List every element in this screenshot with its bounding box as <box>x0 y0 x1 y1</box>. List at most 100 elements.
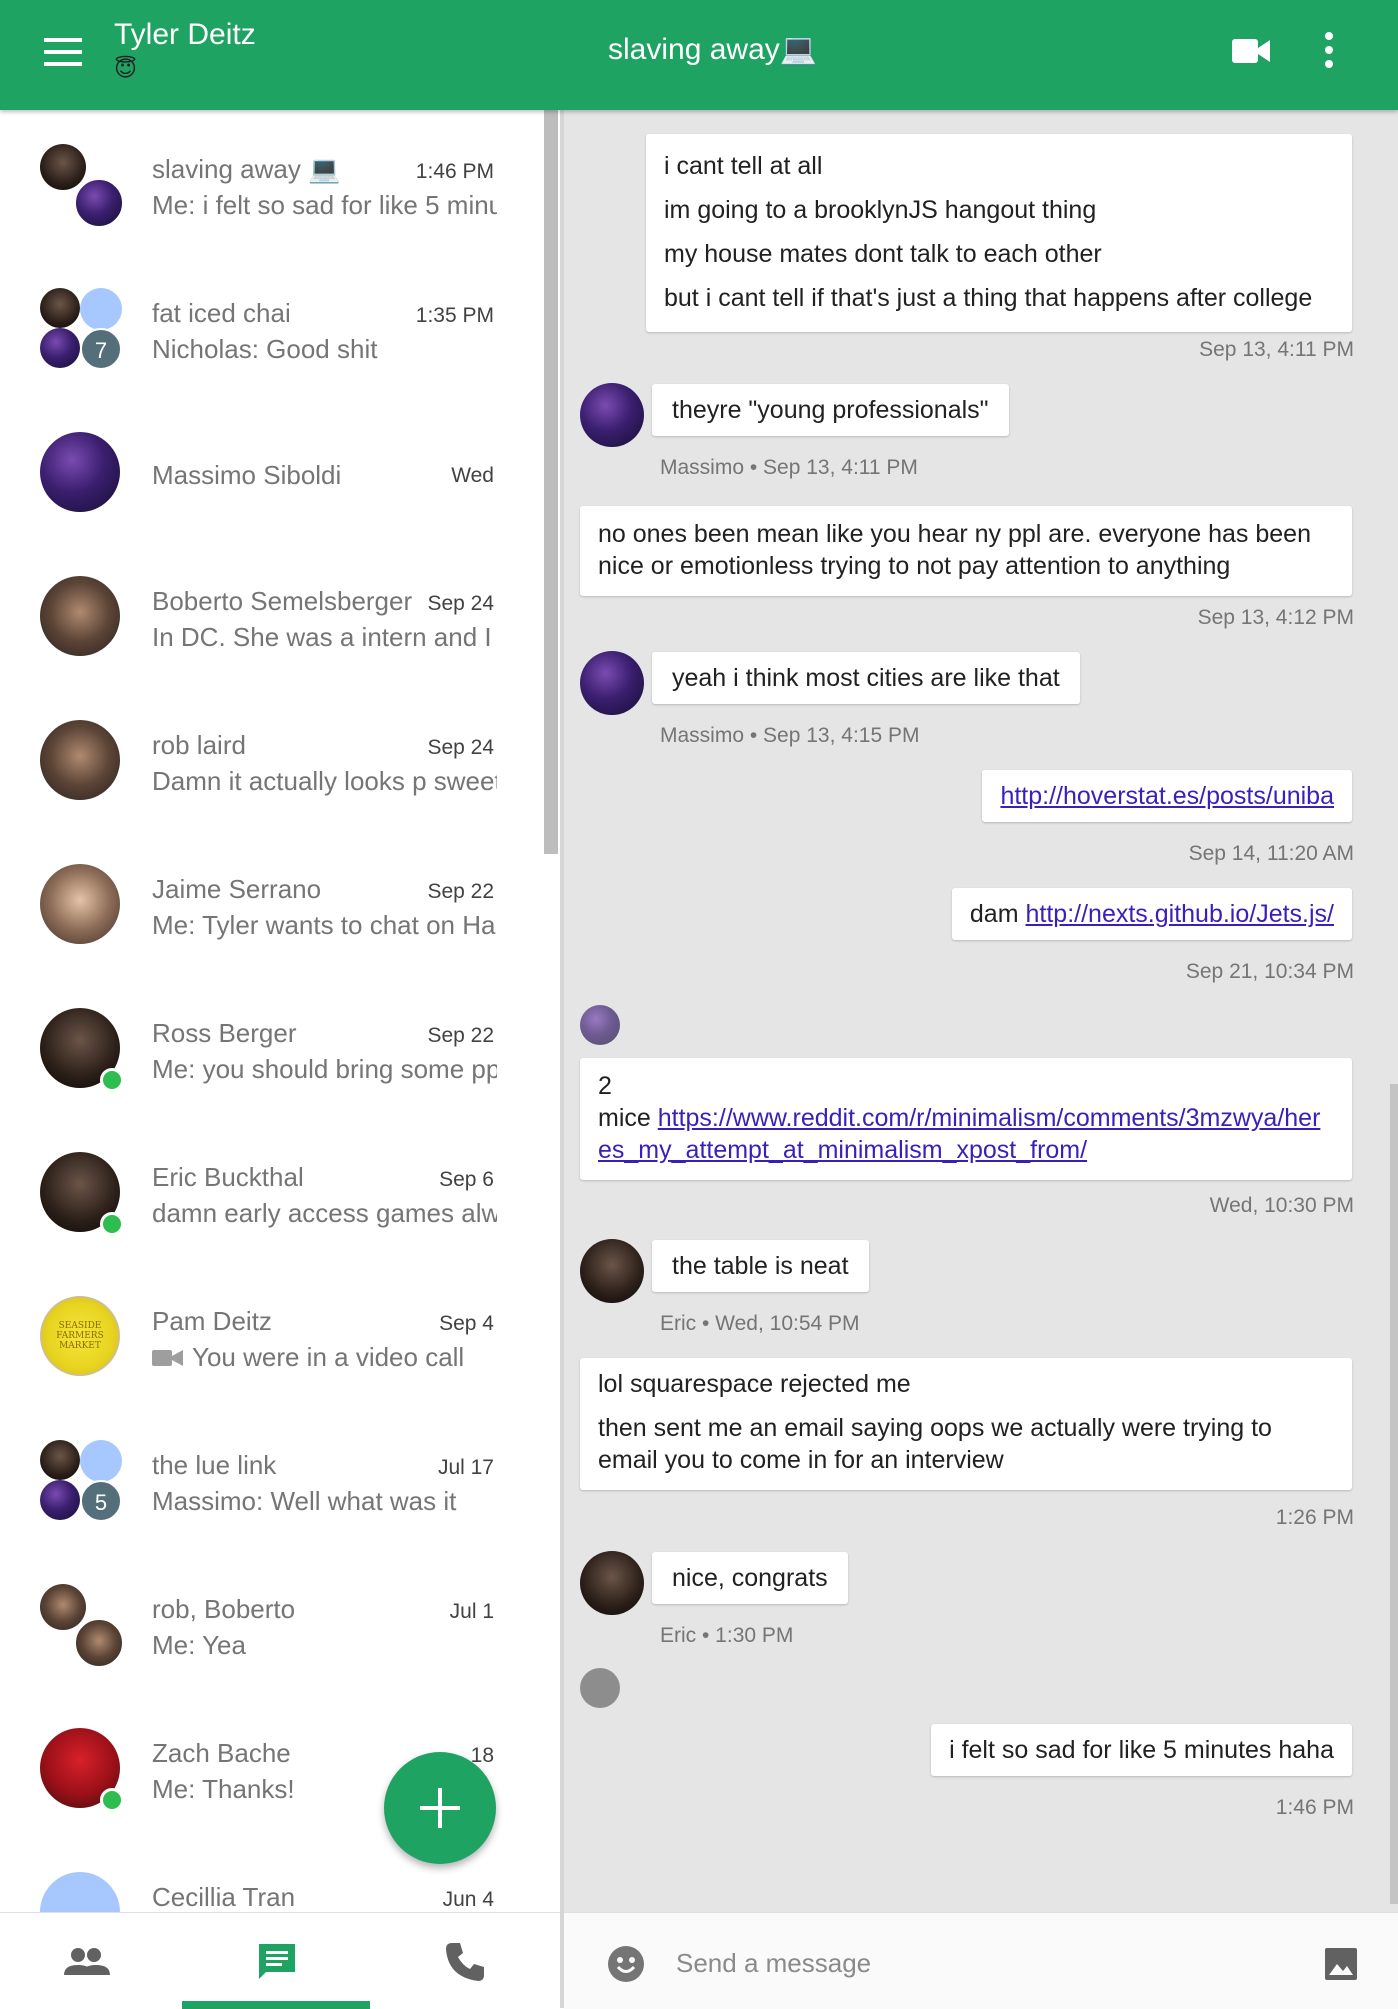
conversation-snippet: Me: i felt so sad for like 5 minutes hah… <box>152 190 497 220</box>
group-avatar: 5 <box>40 1440 122 1522</box>
conversation-snippet: Me: Yea <box>152 1630 246 1660</box>
chat-icon <box>259 1944 295 1979</box>
conversation-title: slaving away💻 <box>608 33 818 66</box>
message-text: 2 <box>598 1072 612 1100</box>
videocam-icon[interactable] <box>1232 36 1272 66</box>
message-timestamp: 1:26 PM <box>1275 1506 1354 1529</box>
online-indicator <box>100 1212 124 1236</box>
online-indicator <box>100 1068 124 1092</box>
avatar <box>40 864 120 944</box>
bottom-navigation <box>0 1912 560 2009</box>
message-sender-time: Eric • 1:30 PM <box>660 1624 794 1647</box>
message-input[interactable] <box>674 1939 1278 1987</box>
message-line: im going to a brooklynJS hangout thing <box>664 196 1097 224</box>
message-bubble-incoming: the table is neat <box>652 1240 869 1292</box>
conversation-snippet: Me: Tyler wants to chat on Hangouts <box>152 910 497 940</box>
message-bubble-outgoing: lol squarespace rejected me then sent me… <box>580 1358 1352 1490</box>
tab-calls[interactable] <box>372 1913 558 2009</box>
conversation-name: Boberto Semelsberger <box>152 586 413 616</box>
conversation-name: Eric Buckthal <box>152 1162 304 1192</box>
message-line: then sent me an email saying oops we act… <box>598 1414 1272 1474</box>
user-name: Tyler Deitz <box>114 18 256 51</box>
conversation-item[interactable]: 7 fat iced chai 1:35 PM Nicholas: Good s… <box>0 254 520 398</box>
avatar <box>580 383 644 447</box>
message-timestamp: Sep 14, 11:20 AM <box>1188 842 1354 865</box>
people-icon <box>64 1948 110 1975</box>
message-timestamp: Wed, 10:30 PM <box>1209 1194 1354 1217</box>
conversation-snippet: You were in a video call <box>152 1342 497 1373</box>
conversation-snippet: Massimo: Well what was it <box>152 1486 457 1516</box>
conversation-name: the lue link <box>152 1450 277 1480</box>
thread-scrollbar[interactable] <box>1390 1084 1398 1904</box>
conversation-list[interactable]: slaving away 💻 1:46 PM Me: i felt so sad… <box>0 110 560 1912</box>
conversation-snippet: damn early access games always <box>152 1198 497 1228</box>
conversation-item[interactable]: slaving away 💻 1:46 PM Me: i felt so sad… <box>0 110 520 254</box>
conversation-snippet: Nicholas: Good shit <box>152 334 378 364</box>
conversation-name: slaving away 💻 <box>152 154 341 184</box>
conversation-name: Zach Bache <box>152 1738 291 1768</box>
menu-icon[interactable] <box>44 38 84 70</box>
avatar <box>40 432 120 512</box>
new-conversation-button[interactable] <box>384 1752 496 1864</box>
image-icon[interactable] <box>1324 1947 1358 1981</box>
conversation-name: Cecillia Tran <box>152 1882 296 1912</box>
message-text: mice <box>598 1104 658 1132</box>
conversation-name: Pam Deitz <box>152 1306 272 1336</box>
tab-messages[interactable] <box>186 1913 372 2009</box>
message-bubble-incoming: nice, congrats <box>652 1552 848 1604</box>
conversation-item[interactable]: SEASIDE FARMERS MARKET Pam Deitz Sep 4 Y… <box>0 1262 520 1406</box>
message-bubble-outgoing: i cant tell at all im going to a brookly… <box>646 134 1352 332</box>
avatar <box>40 1872 120 1912</box>
message-bubble-incoming: yeah i think most cities are like that <box>652 652 1080 704</box>
message-bubble-outgoing: i felt so sad for like 5 minutes haha <box>931 1724 1352 1776</box>
conversation-snippet: In DC. She was a intern and I <box>152 622 492 652</box>
message-bubble-outgoing: 2 mice https://www.reddit.com/r/minimali… <box>580 1058 1352 1180</box>
user-status-emoji[interactable]: 😇 <box>114 56 137 82</box>
conversation-name: fat iced chai <box>152 298 291 328</box>
app-bar: Tyler Deitz 😇 slaving away💻 <box>0 0 1398 110</box>
online-indicator <box>100 1788 124 1812</box>
avatar: SEASIDE FARMERS MARKET <box>40 1296 120 1376</box>
group-avatar <box>40 144 124 228</box>
conversation-time: Sep 6 <box>439 1168 494 1191</box>
conversation-snippet: Damn it actually looks p sweet <box>152 766 497 796</box>
emoji-icon[interactable] <box>608 1946 644 1982</box>
conversation-time: Sep 22 <box>427 1024 494 1047</box>
member-count-badge: 5 <box>80 1480 122 1522</box>
message-timestamp: Sep 21, 10:34 PM <box>1185 960 1354 983</box>
conversation-item[interactable]: Massimo Siboldi Wed <box>0 398 520 542</box>
message-bubble-outgoing: http://hoverstat.es/posts/uniba <box>982 770 1352 822</box>
conversation-name: rob, Boberto <box>152 1594 296 1624</box>
conversation-item[interactable]: 5 the lue link Jul 17 Massimo: Well what… <box>0 1406 520 1550</box>
avatar <box>40 720 120 800</box>
conversation-item[interactable]: rob, Boberto Jul 1 Me: Yea <box>0 1550 520 1694</box>
message-line: lol squarespace rejected me <box>598 1370 911 1398</box>
conversation-time: Sep 4 <box>439 1312 494 1335</box>
message-sender-time: Massimo • Sep 13, 4:11 PM <box>660 456 918 479</box>
message-sender-time: Eric • Wed, 10:54 PM <box>660 1312 860 1335</box>
conversation-name: Jaime Serrano <box>152 874 322 904</box>
tab-contacts[interactable] <box>0 1913 186 2009</box>
message-bubble-outgoing: no ones been mean like you hear ny ppl a… <box>580 506 1352 596</box>
conversation-name: rob laird <box>152 730 246 760</box>
conversation-item[interactable]: rob laird Sep 24 Damn it actually looks … <box>0 686 520 830</box>
avatar <box>580 1668 620 1708</box>
avatar <box>580 1551 644 1615</box>
more-vert-icon[interactable] <box>1322 32 1336 72</box>
conversation-item[interactable]: Eric Buckthal Sep 6 damn early access ga… <box>0 1118 520 1262</box>
videocam-icon <box>152 1350 183 1366</box>
conversation-item[interactable]: Boberto Semelsberger Sep 24 In DC. She w… <box>0 542 520 686</box>
conversation-item[interactable]: Jaime Serrano Sep 22 Me: Tyler wants to … <box>0 830 520 974</box>
member-count-badge: 7 <box>80 328 122 370</box>
message-line: my house mates dont talk to each other <box>664 240 1102 268</box>
conversation-item[interactable]: Ross Berger Sep 22 Me: you should bring … <box>0 974 520 1118</box>
message-link[interactable]: http://hoverstat.es/posts/uniba <box>1000 782 1334 810</box>
group-avatar <box>40 1584 124 1668</box>
list-scrollbar[interactable] <box>544 110 558 854</box>
message-link[interactable]: https://www.reddit.com/r/minimalism/comm… <box>598 1104 1320 1164</box>
message-link[interactable]: http://nexts.github.io/Jets.js/ <box>1026 900 1335 928</box>
conversation-name: Massimo Siboldi <box>152 460 342 490</box>
conversation-time: 1:35 PM <box>415 304 494 327</box>
message-bubble-outgoing: dam http://nexts.github.io/Jets.js/ <box>951 888 1352 940</box>
message-thread[interactable]: i cant tell at all im going to a brookly… <box>564 110 1398 1912</box>
